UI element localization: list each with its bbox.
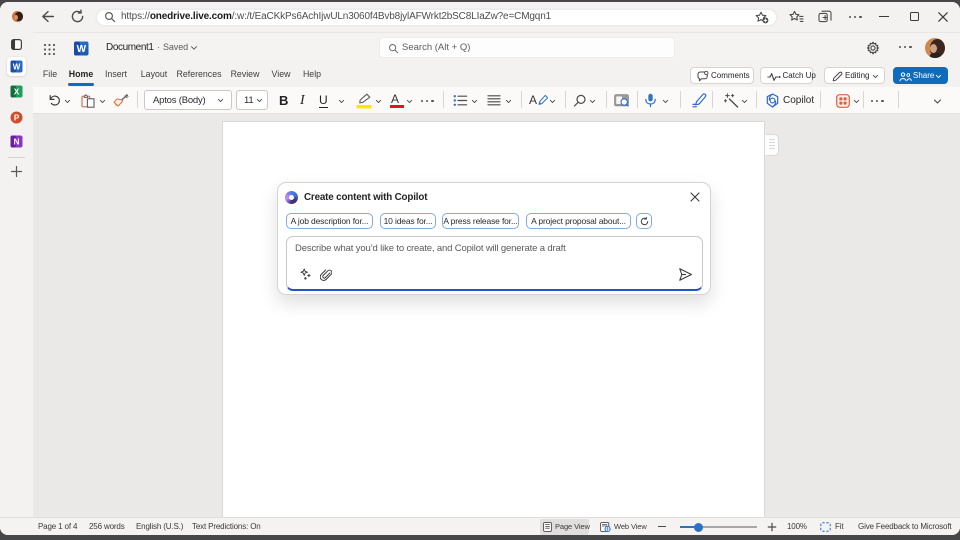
svg-text:X: X	[14, 88, 20, 97]
svg-text:W: W	[77, 44, 87, 55]
svg-text:P: P	[14, 114, 20, 123]
svg-text:N: N	[14, 138, 20, 147]
svg-text:W: W	[13, 63, 21, 72]
